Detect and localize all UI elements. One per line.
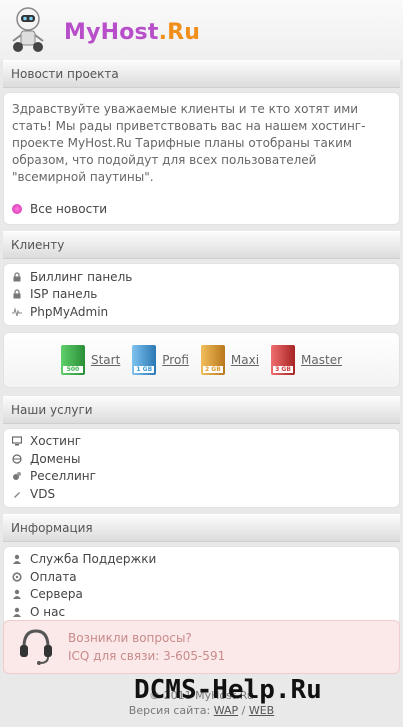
all-news-label: Все новости [30, 202, 108, 216]
logo-part-2: .Ru [158, 20, 201, 45]
lock-icon [12, 289, 22, 299]
info-item-support[interactable]: Служба Поддержки [12, 551, 391, 569]
info-item-label: Служба Поддержки [30, 552, 157, 567]
info-item-label: О нас [30, 604, 66, 619]
version-prefix: Версия сайта: [128, 704, 211, 717]
version-separator: / [241, 704, 246, 717]
service-item-label: VDS [30, 486, 56, 501]
client-item-billing[interactable]: Биллинг панель [12, 268, 391, 286]
user-icon [12, 607, 22, 617]
plan-master[interactable]: 3 GB Master [271, 344, 343, 375]
contact-box: Возникли вопросы? ICQ для связи: 3-605-5… [3, 620, 400, 674]
client-box: Биллинг панель ISP панель PhpMyAdmin [3, 263, 400, 326]
plan-start-icon: 500 [60, 344, 85, 375]
web-link[interactable]: WEB [249, 704, 274, 717]
headset-icon [20, 629, 52, 665]
contact-question: Возникли вопросы? [68, 631, 192, 645]
contact-text: Возникли вопросы? ICQ для связи: 3-605-5… [68, 629, 225, 665]
info-item-label: Сервера [30, 587, 83, 602]
client-item-label: PhpMyAdmin [30, 304, 109, 319]
logo-part-1: MyHost [64, 20, 159, 45]
service-item-vds[interactable]: VDS [12, 485, 391, 503]
user-icon [12, 554, 22, 565]
client-item-isp[interactable]: ISP панель [12, 286, 391, 304]
monitor-icon [12, 436, 22, 446]
info-item-about[interactable]: О нас [12, 603, 391, 621]
service-item-hosting[interactable]: Хостинг [12, 433, 391, 451]
info-item-servers[interactable]: Сервера [12, 586, 391, 604]
info-section-title: Информация [3, 513, 400, 542]
client-item-label: Биллинг панель [30, 269, 133, 284]
info-item-payment[interactable]: Оплата [12, 568, 391, 586]
service-item-label: Реселлинг [30, 469, 96, 484]
robot-logo-icon [12, 7, 44, 52]
service-item-domains[interactable]: Домены [12, 450, 391, 468]
site-logo[interactable]: MyHost.Ru [64, 20, 200, 45]
info-item-label: Оплата [30, 569, 77, 584]
globe-icon [12, 454, 22, 464]
services-box: Хостинг Домены Реселлинг VDS [3, 427, 400, 508]
watermark: DCMS-Help.Ru [134, 675, 322, 705]
user-icon [12, 589, 22, 600]
plan-profi-icon: 1 GB [132, 344, 157, 375]
plan-profi[interactable]: 1 GB Profi [132, 344, 189, 375]
client-section-title: Клиенту [3, 231, 400, 259]
service-item-reselling[interactable]: Реселлинг [12, 468, 391, 486]
contact-icq: ICQ для связи: 3-605-591 [68, 649, 226, 663]
header: MyHost.Ru [0, 0, 403, 60]
client-item-label: ISP панель [30, 287, 98, 302]
service-item-label: Хостинг [30, 434, 82, 449]
lock-icon [12, 272, 22, 282]
services-section-title: Наши услуги [3, 395, 400, 424]
all-news-link[interactable]: Все новости [12, 202, 391, 216]
tag-icon [12, 471, 22, 481]
plan-start[interactable]: 500 Start [60, 344, 121, 375]
plan-label: Master [301, 352, 343, 367]
pencil-icon [12, 489, 22, 499]
plan-maxi-icon: 2 GB [200, 344, 225, 375]
plan-label: Start [90, 352, 121, 367]
plan-maxi[interactable]: 2 GB Maxi [200, 344, 260, 375]
bullet-icon [12, 204, 22, 214]
client-item-phpmyadmin[interactable]: PhpMyAdmin [12, 303, 391, 321]
news-section-title: Новости проекта [3, 60, 400, 88]
pulse-icon [12, 306, 22, 317]
news-text: Здравствуйте уважаемые клиенты и те кто … [12, 102, 366, 184]
gear-icon [12, 572, 22, 582]
info-box: Служба Поддержки Оплата Сервера О нас [3, 545, 400, 626]
footer-version: Версия сайта: WAP / WEB [0, 703, 403, 718]
plan-master-icon: 3 GB [271, 344, 296, 375]
service-item-label: Домены [30, 451, 81, 466]
plans-bar: 500 Start 1 GB Profi 2 GB Maxi 3 GB Mast… [3, 331, 400, 388]
news-box: Здравствуйте уважаемые клиенты и те кто … [3, 92, 400, 225]
plan-label: Profi [162, 352, 189, 367]
wap-link[interactable]: WAP [214, 704, 238, 717]
plan-label: Maxi [230, 352, 260, 367]
